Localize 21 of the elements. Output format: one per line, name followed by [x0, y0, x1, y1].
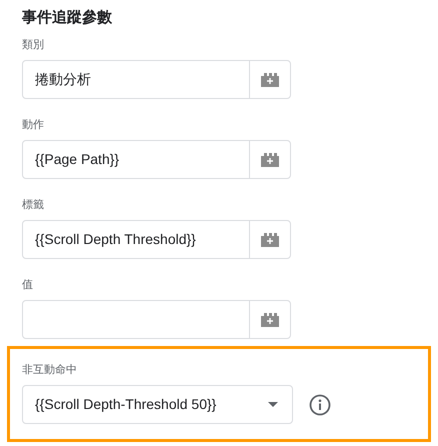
- field-label: 標籤: [22, 198, 45, 212]
- field-label: 類別: [22, 38, 45, 52]
- section-title: 事件追蹤參數: [22, 8, 113, 28]
- add-variable-icon: [261, 232, 279, 246]
- add-variable-icon: [261, 152, 279, 166]
- text-field[interactable]: {{Scroll Depth Threshold}}: [22, 220, 291, 259]
- field-value: {{Page Path}}: [35, 150, 120, 169]
- text-field[interactable]: [22, 300, 291, 339]
- field-label: 非互動命中: [22, 363, 78, 377]
- add-variable-icon: [261, 312, 279, 326]
- select-value: {{Scroll Depth-Threshold 50}}: [35, 395, 216, 414]
- field-label: 動作: [22, 118, 45, 132]
- dropdown-select[interactable]: {{Scroll Depth-Threshold 50}}: [22, 385, 293, 424]
- field-value: 捲動分析: [35, 70, 91, 89]
- info-icon[interactable]: [309, 394, 331, 416]
- text-field[interactable]: 捲動分析: [22, 60, 291, 99]
- text-field[interactable]: {{Page Path}}: [22, 140, 291, 179]
- field-label: 值: [22, 278, 34, 292]
- field-value: {{Scroll Depth Threshold}}: [35, 230, 196, 249]
- add-variable-icon: [261, 72, 279, 86]
- caret-icon: [268, 402, 278, 407]
